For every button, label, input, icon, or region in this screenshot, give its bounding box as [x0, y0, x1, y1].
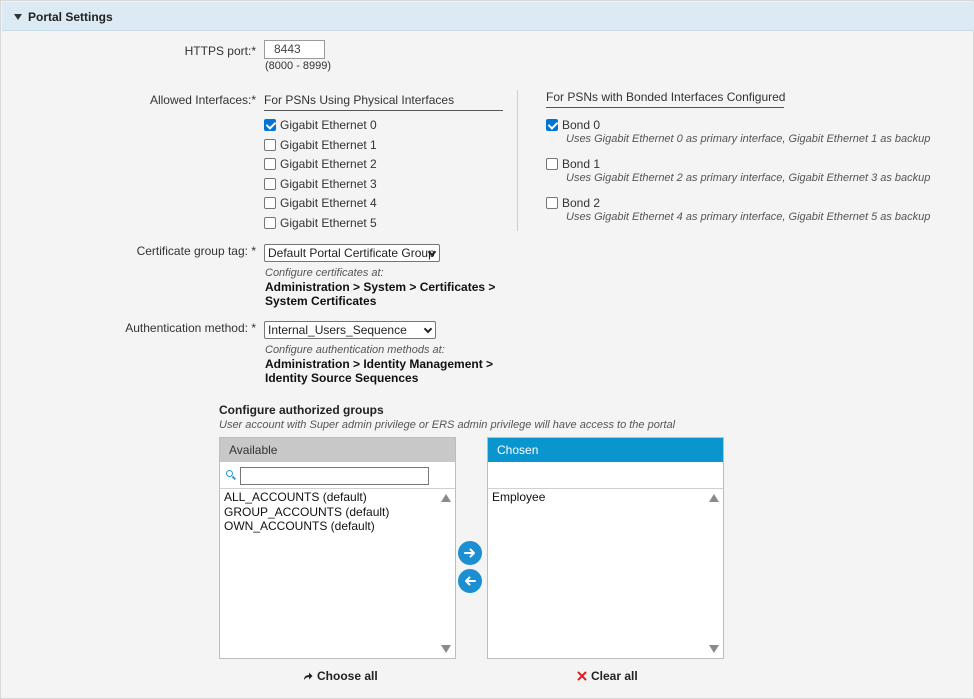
checkbox-gigabit-ethernet-0[interactable]: Gigabit Ethernet 0 [264, 118, 377, 132]
certificate-hint: Configure certificates at: [265, 267, 384, 279]
authentication-path-line-1: Administration > Identity Management > [265, 357, 494, 371]
checkbox-box[interactable] [264, 178, 276, 190]
allowed-interfaces-label: Allowed Interfaces:* [149, 93, 256, 107]
https-port-input[interactable]: 8443 [264, 40, 325, 59]
scroll-down-arrow-icon[interactable] [709, 645, 719, 653]
available-header: Available [220, 438, 455, 462]
checkbox-gigabit-ethernet-4[interactable]: Gigabit Ethernet 4 [264, 196, 377, 210]
checkbox-label: Gigabit Ethernet 1 [280, 138, 377, 152]
chosen-header: Chosen [488, 438, 723, 462]
checkbox-bond-2[interactable]: Bond 2 [546, 196, 600, 210]
checkbox-gigabit-ethernet-5[interactable]: Gigabit Ethernet 5 [264, 216, 377, 230]
checkbox-box[interactable] [546, 158, 558, 170]
move-left-button[interactable] [458, 569, 482, 593]
list-item[interactable]: GROUP_ACCOUNTS (default) [224, 505, 389, 520]
section-header[interactable]: Portal Settings [2, 2, 974, 31]
authentication-method-selected: Internal_Users_Sequence [268, 323, 407, 337]
checkbox-label: Bond 2 [562, 196, 601, 210]
scroll-up-arrow-icon[interactable] [441, 494, 451, 502]
bond-0-description: Uses Gigabit Ethernet 0 as primary inter… [566, 133, 931, 145]
chosen-items: Employee [492, 490, 545, 505]
scroll-up-arrow-icon[interactable] [709, 494, 719, 502]
available-search-bar [220, 462, 455, 489]
checkbox-label: Gigabit Ethernet 3 [280, 177, 377, 191]
interfaces-divider [517, 90, 518, 231]
authorized-groups-subtitle: User account with Super admin privilege … [219, 419, 676, 431]
available-items: ALL_ACCOUNTS (default) GROUP_ACCOUNTS (d… [224, 490, 389, 534]
checkbox-gigabit-ethernet-2[interactable]: Gigabit Ethernet 2 [264, 157, 377, 171]
checkbox-box[interactable] [264, 139, 276, 151]
https-port-label: HTTPS port:* [184, 44, 256, 58]
certificate-path-line-1: Administration > System > Certificates > [265, 280, 496, 294]
checkbox-label: Bond 0 [562, 118, 601, 132]
certificate-group-select[interactable]: Default Portal Certificate Group [264, 244, 440, 262]
certificate-path-line-2: System Certificates [265, 294, 377, 308]
arrow-left-icon [465, 576, 476, 586]
checkbox-box[interactable] [264, 197, 276, 209]
checkbox-box[interactable] [546, 197, 558, 209]
search-icon [226, 470, 233, 477]
list-item[interactable]: ALL_ACCOUNTS (default) [224, 490, 389, 505]
checkbox-label: Gigabit Ethernet 4 [280, 196, 377, 210]
physical-interfaces-heading: For PSNs Using Physical Interfaces [264, 93, 503, 111]
authorized-groups-title: Configure authorized groups [219, 403, 384, 417]
list-item[interactable]: Employee [492, 490, 545, 505]
certificate-group-label: Certificate group tag: * [136, 244, 256, 258]
checkbox-box[interactable] [264, 158, 276, 170]
checkbox-box[interactable] [264, 217, 276, 229]
checkbox-box[interactable] [546, 119, 558, 131]
checkbox-gigabit-ethernet-3[interactable]: Gigabit Ethernet 3 [264, 177, 377, 191]
scroll-down-arrow-icon[interactable] [441, 645, 451, 653]
https-port-range-hint: (8000 - 8999) [265, 60, 332, 72]
checkbox-label: Bond 1 [562, 157, 601, 171]
move-right-button[interactable] [458, 541, 482, 565]
chosen-groups-list[interactable]: Chosen Employee [487, 437, 724, 659]
bond-1-description: Uses Gigabit Ethernet 2 as primary inter… [566, 172, 931, 184]
checkbox-label: Gigabit Ethernet 0 [280, 118, 377, 132]
available-search-input[interactable] [240, 467, 429, 485]
choose-all-label: Choose all [317, 669, 378, 683]
choose-all-link[interactable]: Choose all [303, 669, 378, 683]
authentication-method-label: Authentication method: * [125, 321, 256, 335]
bond-2-description: Uses Gigabit Ethernet 4 as primary inter… [566, 211, 931, 223]
clear-all-label: Clear all [591, 669, 638, 683]
checkbox-label: Gigabit Ethernet 2 [280, 157, 377, 171]
authentication-path-line-2: Identity Source Sequences [265, 371, 419, 385]
arrow-right-icon [464, 548, 475, 558]
checkbox-bond-1[interactable]: Bond 1 [546, 157, 600, 171]
chosen-filter-bar [488, 462, 723, 489]
checkbox-box[interactable] [264, 119, 276, 131]
checkbox-gigabit-ethernet-1[interactable]: Gigabit Ethernet 1 [264, 138, 377, 152]
portal-settings-panel: Portal Settings HTTPS port:* 8443 (8000 … [0, 0, 974, 699]
certificate-group-selected: Default Portal Certificate Group [268, 246, 435, 260]
chevron-down-icon [423, 324, 433, 334]
list-item[interactable]: OWN_ACCOUNTS (default) [224, 519, 389, 534]
authentication-hint: Configure authentication methods at: [265, 344, 445, 356]
close-icon [577, 671, 587, 681]
clear-all-link[interactable]: Clear all [577, 669, 638, 683]
checkbox-bond-0[interactable]: Bond 0 [546, 118, 600, 132]
curved-arrow-icon [303, 671, 313, 681]
section-title: Portal Settings [28, 10, 113, 24]
authentication-method-select[interactable]: Internal_Users_Sequence [264, 321, 436, 339]
checkbox-label: Gigabit Ethernet 5 [280, 216, 377, 230]
available-groups-list[interactable]: Available ALL_ACCOUNTS (default) GROUP_A… [219, 437, 456, 659]
bonded-interfaces-heading: For PSNs with Bonded Interfaces Configur… [546, 90, 785, 108]
collapse-triangle-icon[interactable] [14, 14, 22, 20]
